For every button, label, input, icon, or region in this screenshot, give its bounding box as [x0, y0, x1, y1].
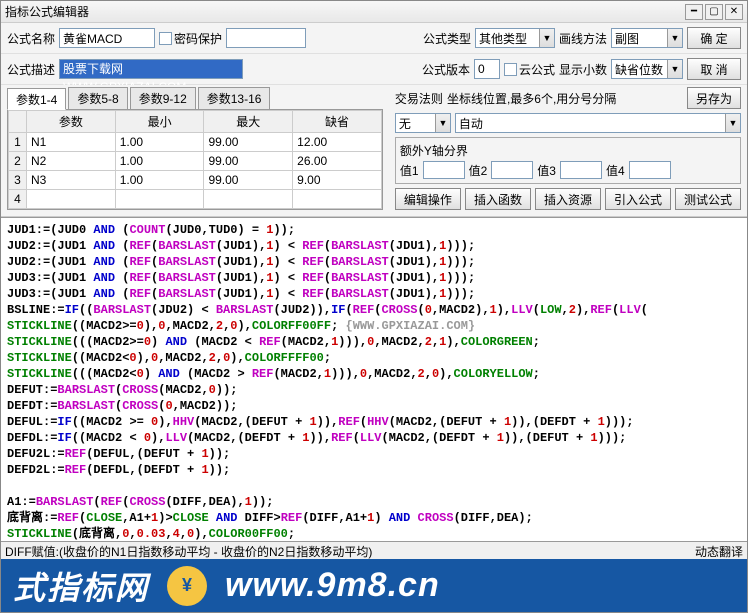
tab-params-5-8[interactable]: 参数5-8: [68, 87, 127, 109]
param-max-input[interactable]: [208, 173, 288, 187]
window-controls: ━ ▢ ✕: [685, 4, 743, 20]
save-as-button[interactable]: 另存为: [687, 87, 741, 109]
minimize-button[interactable]: ━: [685, 4, 703, 20]
extra-y-axis: 额外Y轴分界 值1 值2 值3 值4: [395, 137, 741, 184]
right-panel: 交易法则 坐标线位置,最多6个,用分号分隔 另存为 无▼ 自动▼ 额外Y轴分界 …: [389, 85, 747, 216]
ok-button[interactable]: 确 定: [687, 27, 741, 49]
param-table: 参数 最小 最大 缺省 1 2 3 4: [7, 109, 383, 210]
coord-combo[interactable]: 自动▼: [455, 113, 741, 133]
param-min-input[interactable]: [120, 192, 200, 206]
col-param: 参数: [27, 111, 116, 133]
watermark-banner: 式指标网 ¥ www.9m8.cn: [1, 559, 747, 612]
param-max-input[interactable]: [208, 135, 288, 149]
import-formula-button[interactable]: 引入公式: [605, 188, 671, 210]
value2-input[interactable]: [491, 161, 533, 179]
table-row: 2: [9, 152, 382, 171]
chevron-down-icon[interactable]: ▼: [539, 29, 554, 47]
cloud-checkbox[interactable]: [504, 63, 517, 76]
param-min-input[interactable]: [120, 154, 200, 168]
coord-label: 坐标线位置,最多6个,用分号分隔: [447, 90, 683, 107]
banner-logo-icon: ¥: [167, 566, 207, 606]
edit-op-button[interactable]: 编辑操作: [395, 188, 461, 210]
param-max-input[interactable]: [208, 154, 288, 168]
cloud-formula[interactable]: 云公式: [504, 61, 555, 78]
params-panel: 参数1-4 参数5-8 参数9-12 参数13-16 参数 最小 最大 缺省 1…: [1, 85, 389, 216]
formula-desc-label: 公式描述: [7, 61, 55, 78]
param-name-input[interactable]: [31, 192, 111, 206]
chevron-down-icon[interactable]: ▼: [667, 29, 682, 47]
col-default: 缺省: [293, 111, 382, 133]
editor-window: 指标公式编辑器 ━ ▢ ✕ 公式名称 密码保护 公式类型 其他类型▼ 画线方法 …: [0, 0, 748, 613]
banner-right-text: www.9m8.cn: [225, 566, 440, 605]
status-right: 动态翻译: [695, 543, 743, 558]
param-def-input[interactable]: [297, 192, 377, 206]
trade-law-combo[interactable]: 无▼: [395, 113, 451, 133]
formula-type-combo[interactable]: 其他类型▼: [475, 28, 555, 48]
formula-desc-input[interactable]: 股票下载网 WWW.GPXIAZAI.COM: [59, 59, 243, 79]
chevron-down-icon[interactable]: ▼: [667, 60, 682, 78]
close-button[interactable]: ✕: [725, 4, 743, 20]
trade-law-label: 交易法则: [395, 90, 443, 107]
row-desc: 公式描述 股票下载网 WWW.GPXIAZAI.COM 公式版本 云公式 显示小…: [1, 54, 747, 85]
cloud-label: 云公式: [519, 61, 555, 78]
param-name-input[interactable]: [31, 135, 111, 149]
col-max: 最大: [204, 111, 293, 133]
table-row: 4: [9, 190, 382, 209]
status-bar: DIFF赋值:(收盘价的N1日指数移动平均 - 收盘价的N2日指数移动平均) 动…: [1, 541, 747, 559]
maximize-button[interactable]: ▢: [705, 4, 723, 20]
password-checkbox[interactable]: [159, 32, 172, 45]
table-row: 3: [9, 171, 382, 190]
param-def-input[interactable]: [297, 135, 377, 149]
tab-params-1-4[interactable]: 参数1-4: [7, 88, 66, 110]
banner-left-text: 式指标网: [13, 563, 149, 609]
value1-input[interactable]: [423, 161, 465, 179]
col-min: 最小: [115, 111, 204, 133]
tab-params-9-12[interactable]: 参数9-12: [130, 87, 196, 109]
cancel-button[interactable]: 取 消: [687, 58, 741, 80]
password-protect[interactable]: 密码保护: [159, 30, 222, 47]
status-text: DIFF赋值:(收盘价的N1日指数移动平均 - 收盘价的N2日指数移动平均): [5, 543, 372, 558]
version-input[interactable]: [474, 59, 500, 79]
window-title: 指标公式编辑器: [5, 3, 685, 20]
mid-section: 参数1-4 参数5-8 参数9-12 参数13-16 参数 最小 最大 缺省 1…: [1, 85, 747, 217]
insert-func-button[interactable]: 插入函数: [465, 188, 531, 210]
param-name-input[interactable]: [31, 154, 111, 168]
decimals-label: 显示小数: [559, 61, 607, 78]
param-def-input[interactable]: [297, 173, 377, 187]
code-editor[interactable]: JUD1:=(JUD0 AND (COUNT(JUD0,TUD0) = 1));…: [1, 217, 747, 541]
formula-name-input[interactable]: [59, 28, 155, 48]
value4-input[interactable]: [629, 161, 671, 179]
insert-res-button[interactable]: 插入资源: [535, 188, 601, 210]
extra-y-axis-title: 额外Y轴分界: [400, 142, 736, 159]
draw-method-label: 画线方法: [559, 30, 607, 47]
test-formula-button[interactable]: 测试公式: [675, 188, 741, 210]
formula-name-label: 公式名称: [7, 30, 55, 47]
table-row: 1: [9, 133, 382, 152]
tab-params-13-16[interactable]: 参数13-16: [198, 87, 271, 109]
param-tabs: 参数1-4 参数5-8 参数9-12 参数13-16: [7, 87, 383, 109]
chevron-down-icon[interactable]: ▼: [435, 114, 450, 132]
action-buttons: 编辑操作 插入函数 插入资源 引入公式 测试公式: [395, 188, 741, 210]
password-input[interactable]: [226, 28, 306, 48]
version-label: 公式版本: [422, 61, 470, 78]
param-def-input[interactable]: [297, 154, 377, 168]
param-max-input[interactable]: [208, 192, 288, 206]
value3-input[interactable]: [560, 161, 602, 179]
decimals-combo[interactable]: 缺省位数▼: [611, 59, 683, 79]
titlebar: 指标公式编辑器 ━ ▢ ✕: [1, 1, 747, 23]
formula-type-label: 公式类型: [423, 30, 471, 47]
chevron-down-icon[interactable]: ▼: [725, 114, 740, 132]
param-name-input[interactable]: [31, 173, 111, 187]
draw-method-combo[interactable]: 副图▼: [611, 28, 683, 48]
param-min-input[interactable]: [120, 173, 200, 187]
row-name: 公式名称 密码保护 公式类型 其他类型▼ 画线方法 副图▼ 确 定: [1, 23, 747, 54]
password-label: 密码保护: [174, 30, 222, 47]
param-min-input[interactable]: [120, 135, 200, 149]
